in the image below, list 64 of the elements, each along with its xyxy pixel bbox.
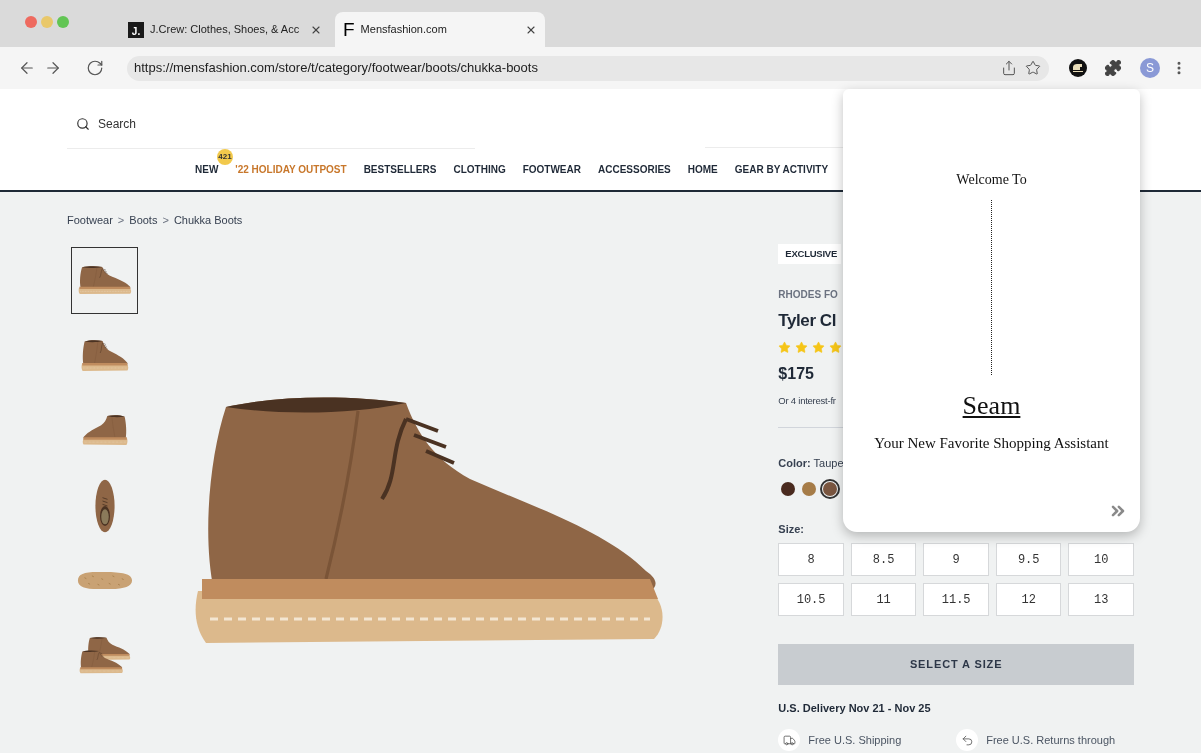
size-option[interactable]: 9.5 [995,543,1062,576]
breadcrumb-separator: > [162,212,169,227]
size-label: Size: [778,522,804,536]
product-title: Tyler Cl [778,310,837,332]
boot-top-view-icon [94,478,115,533]
size-option[interactable]: 13 [1068,583,1134,616]
nav-link[interactable]: ACCESSORIES [598,162,671,177]
bookmark-star-icon[interactable] [1025,60,1041,76]
size-option[interactable]: 10 [1068,543,1134,576]
browser-tab[interactable]: J. J.Crew: Clothes, Shoes, & Acc [120,12,330,47]
boot-icon [81,415,128,446]
site-favicon: F [343,20,355,39]
brand-name: RHODES FO [778,289,838,301]
size-option[interactable]: 8 [778,543,844,576]
browser-tab[interactable]: F Mensfashion.com [335,12,545,47]
share-icon[interactable] [1001,60,1017,76]
nav-link[interactable]: HOME [687,162,718,177]
url-field[interactable]: https://mensfashion.com/store/t/category/footwear/boots/chukka-boots [134,58,993,78]
breadcrumb-link[interactable]: Chukka Boots [173,212,243,227]
search-icon [76,116,90,131]
size-option[interactable]: 11 [850,583,917,616]
star-icon [778,340,792,354]
forward-arrow-icon[interactable] [44,59,62,77]
boot-pair-icon [78,637,131,674]
star-icon [812,340,826,354]
boot-sole-icon [76,570,133,591]
site-favicon: J. [128,21,144,38]
nav-link[interactable]: NEW [195,162,219,177]
address-bar[interactable]: https://mensfashion.com/store/t/category/footwear/boots/chukka-boots [127,55,1049,81]
size-option[interactable]: 12 [995,583,1062,616]
breadcrumb-link[interactable]: Boots [129,212,158,227]
puzzle-icon[interactable] [1104,59,1122,77]
nav-link[interactable]: BESTSELLERS [363,162,437,177]
product-price: $175 [778,364,814,384]
boot-icon [80,339,129,372]
size-option[interactable]: 8.5 [850,543,917,576]
installments-text: Or 4 interest-fr [778,394,836,408]
perk-text: Free U.S. Shipping [808,733,902,747]
extension-icon[interactable] [1069,59,1087,77]
size-option[interactable]: 9 [923,543,989,576]
breadcrumb-link[interactable]: Footwear [67,212,113,227]
star-icon [829,340,843,354]
count-badge: 421 [217,149,233,165]
size-option[interactable]: 10.5 [778,583,844,616]
nav-link[interactable]: '22 HOLIDAY OUTPOST [235,162,347,177]
delivery-text: U.S. Delivery Nov 21 - Nov 25 [778,701,931,715]
popup-title: Seam [962,391,1021,421]
nav-link[interactable]: CLOTHING [453,162,506,177]
search-field[interactable]: Search [98,114,398,133]
boot-icon [77,266,132,295]
color-label: Color: Taupe [778,456,844,470]
size-option[interactable]: 11.5 [923,583,989,616]
exclusive-badge: EXCLUSIVE [778,244,842,264]
nav-link[interactable]: FOOTWEAR [522,162,581,177]
breadcrumb-separator: > [117,212,125,227]
popup-tagline: Your New Favorite Shopping Assistant [874,434,1109,453]
select-size-button[interactable]: SELECT A SIZE [778,644,1134,685]
welcome-text: Welcome To [956,171,1027,189]
perk-text: Free U.S. Returns through [986,733,1116,747]
reload-icon[interactable] [86,59,104,77]
nav-link[interactable]: GEAR BY ACTIVITY [734,162,829,177]
star-icon [795,340,809,354]
truck-icon [778,729,801,751]
product-thumbnail[interactable] [71,247,138,314]
